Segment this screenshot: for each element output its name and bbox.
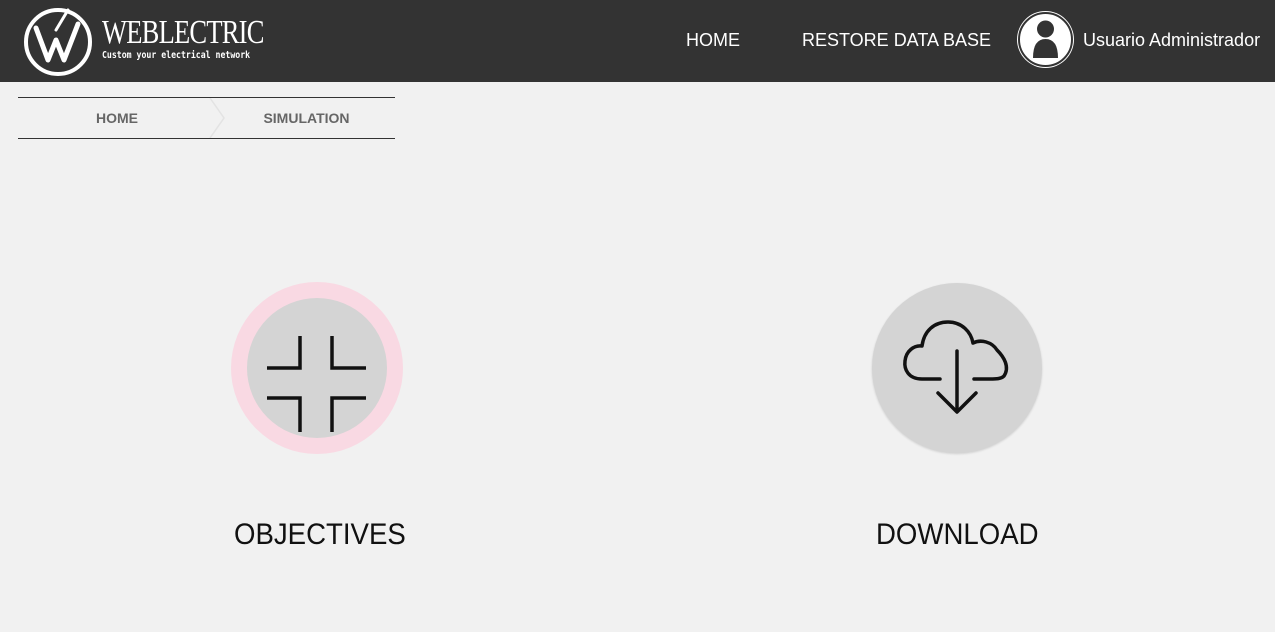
- breadcrumb: HOME SIMULATION: [18, 97, 395, 139]
- objectives-button-inner: [247, 298, 387, 438]
- weblectric-logo-icon: [24, 8, 92, 76]
- user-icon: [1033, 20, 1058, 58]
- brand-tagline: Custom your electrical network: [102, 50, 251, 61]
- download-label[interactable]: DOWNLOAD: [876, 518, 1039, 552]
- user-avatar[interactable]: [1018, 12, 1073, 67]
- breadcrumb-chevron-icon: [209, 98, 225, 138]
- brand-name: WEBLECTRIC: [102, 14, 264, 51]
- nav-home-link[interactable]: HOME: [686, 30, 740, 50]
- collapse-icon: [267, 336, 366, 432]
- cloud-download-icon: [903, 320, 1009, 414]
- brand[interactable]: WEBLECTRIC Custom your electrical networ…: [22, 6, 282, 76]
- top-navbar: WEBLECTRIC Custom your electrical networ…: [0, 0, 1275, 82]
- nav-restore-database-link[interactable]: RESTORE DATA BASE: [802, 30, 991, 50]
- objectives-button[interactable]: [231, 282, 403, 454]
- breadcrumb-home[interactable]: HOME: [18, 98, 216, 138]
- download-button[interactable]: [872, 283, 1042, 453]
- breadcrumb-simulation[interactable]: SIMULATION: [234, 98, 379, 138]
- objectives-label[interactable]: OBJECTIVES: [234, 518, 406, 552]
- user-name[interactable]: Usuario Administrador: [1083, 30, 1260, 50]
